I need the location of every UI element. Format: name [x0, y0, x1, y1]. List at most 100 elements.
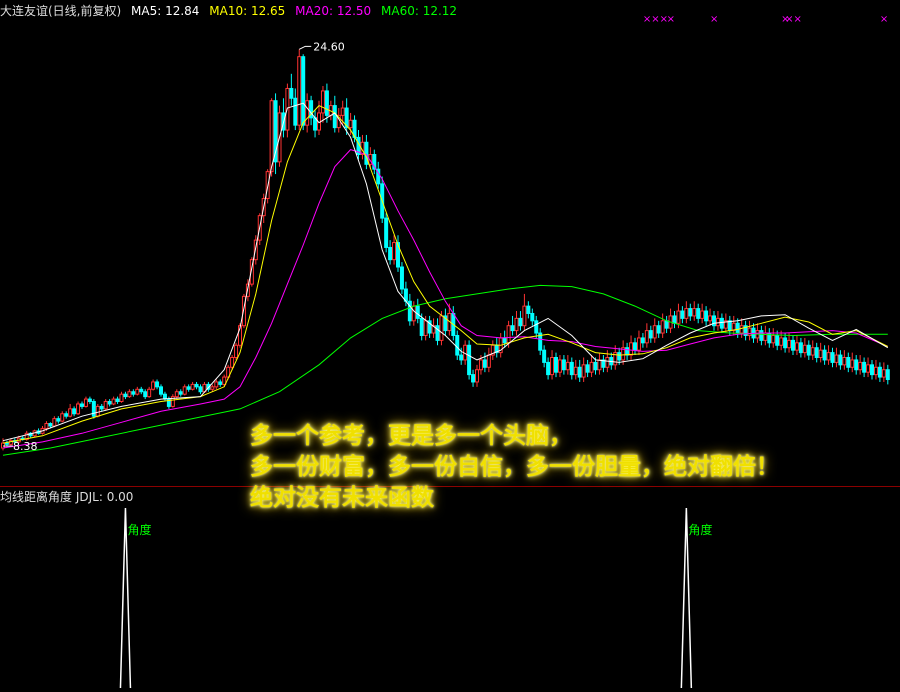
candle-body [510, 325, 515, 332]
signal-marker: ×× [785, 14, 802, 25]
candle-body [719, 317, 724, 329]
candle-body [320, 90, 325, 114]
candle-body [289, 87, 294, 99]
candle-body [526, 305, 531, 314]
candle-body [640, 337, 645, 344]
candle-body [629, 342, 634, 356]
signal-marker: × [880, 14, 888, 25]
candle-body [159, 386, 163, 395]
candle-body [822, 349, 827, 361]
chart-canvas: 24.608.38×××× × ××× ×角度 角度 [1, 14, 890, 689]
candle-body [222, 376, 227, 385]
candle-body [794, 342, 799, 351]
candle-body [293, 97, 298, 126]
indicator-title: 均线距离角度 [0, 490, 73, 504]
candle-body [791, 339, 795, 351]
candle-body [340, 107, 345, 116]
candle-body [297, 56, 302, 126]
candle-body [214, 381, 219, 388]
candle-body [182, 386, 187, 395]
candle-body [700, 310, 705, 319]
candle-body [68, 408, 73, 417]
candle-body [866, 364, 871, 373]
candle-body [482, 359, 487, 368]
candle-body [881, 369, 886, 378]
candle-body [439, 315, 444, 341]
candle-body [155, 381, 160, 388]
candle-body [787, 339, 792, 349]
candle-body [415, 305, 420, 319]
candle-body [95, 405, 100, 417]
candle-body [522, 305, 527, 327]
candle-body [87, 398, 92, 403]
candle-body [810, 347, 815, 356]
candle-body [779, 337, 784, 346]
candle-body [846, 357, 851, 368]
candle-body [561, 359, 566, 371]
candle-body [680, 310, 685, 319]
signal-marker: × [710, 14, 718, 25]
candle-body [672, 315, 677, 324]
candle-body [569, 361, 574, 376]
candle-body [633, 342, 637, 351]
candle-body [885, 369, 890, 381]
candle-body [76, 403, 81, 415]
candle-body [502, 337, 507, 344]
candle-body [423, 320, 428, 336]
candle-body [735, 322, 740, 334]
candle-body [850, 359, 855, 368]
candle-body [151, 381, 156, 390]
candle-body [581, 364, 586, 378]
candle-body [696, 308, 701, 319]
candle-body [301, 56, 306, 126]
candle-body [131, 391, 136, 395]
candle-body [818, 349, 823, 359]
candle-body [64, 413, 69, 417]
candle-body [435, 325, 440, 341]
candle-body [739, 325, 744, 334]
candle-body [123, 393, 128, 398]
candle-body [52, 418, 57, 427]
candle-body [870, 364, 874, 376]
candle-body [234, 344, 239, 358]
candle-body [834, 354, 839, 363]
high-price-label: 24.60 [313, 40, 345, 53]
candle-body [727, 320, 732, 332]
candle-body [107, 401, 112, 405]
candle-body [518, 317, 523, 327]
candle-body [44, 423, 49, 429]
candle-body [664, 320, 669, 329]
candle-body [858, 361, 863, 371]
high-price-pointer [299, 45, 312, 50]
candle-body [80, 403, 84, 407]
candle-body [542, 349, 547, 363]
candle-body [127, 391, 132, 398]
candle-body [332, 105, 337, 129]
candle-body [471, 374, 476, 383]
candle-body [783, 337, 788, 349]
ma5-label: MA5: 12.84 [131, 4, 200, 18]
candle-body [305, 100, 310, 126]
candle-body [550, 357, 555, 376]
candle-body [478, 359, 483, 371]
candle-body [60, 413, 65, 422]
candle-body [411, 305, 416, 322]
candle-body [842, 357, 847, 366]
candle-body [72, 408, 77, 415]
candle-body [577, 366, 582, 378]
candle-body [384, 217, 389, 248]
candle-body [388, 246, 393, 261]
candle-body [103, 401, 108, 410]
candle-body [771, 334, 776, 344]
candle-body [806, 344, 811, 356]
candle-body [486, 354, 491, 368]
candle-body [652, 325, 657, 339]
candle-body [573, 366, 578, 376]
candle-body [814, 347, 819, 358]
candle-body [830, 352, 835, 363]
signal-marker: ××× [643, 14, 668, 25]
candle-body [4, 442, 9, 445]
candle-body [56, 418, 61, 422]
ma10-label: MA10: 12.65 [209, 4, 286, 18]
candle-body [660, 320, 665, 334]
